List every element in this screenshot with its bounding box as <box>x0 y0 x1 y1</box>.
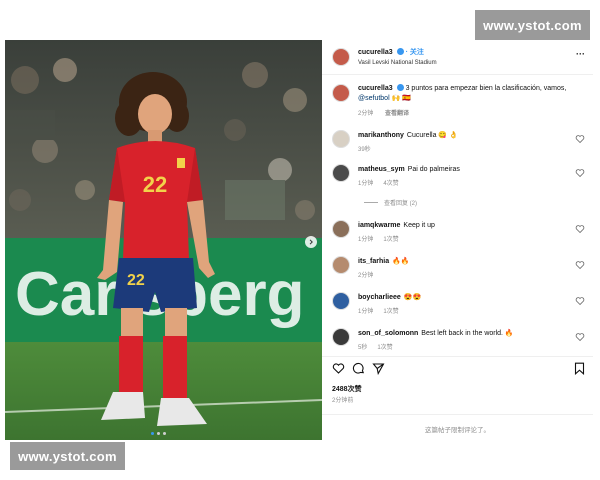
comments-restricted-notice: 这篇帖子限制评论了。 <box>425 427 490 434</box>
comment-text: 🔥🔥 <box>392 258 410 265</box>
mention-link[interactable]: @sefutbol <box>358 95 390 102</box>
comment-text: Pai do palmeiras <box>407 166 460 173</box>
comment-username[interactable]: matheus_sym <box>358 166 405 173</box>
comment-time: 2分钟 <box>358 273 374 279</box>
caption-avatar[interactable] <box>332 84 350 102</box>
instagram-post: Carlsberg 22 <box>5 40 593 440</box>
heart-icon[interactable] <box>575 134 585 144</box>
heart-icon[interactable] <box>575 296 585 306</box>
caption: cucurella3 3 puntos para empezar bien la… <box>332 82 585 118</box>
comment-avatar[interactable] <box>332 256 350 274</box>
comment-likes[interactable]: 1次赞 <box>383 309 398 315</box>
heart-icon[interactable] <box>575 224 585 234</box>
post-sidebar: cucurella3 · 关注 Vasil Levski National St… <box>322 40 593 440</box>
post-header: cucurella3 · 关注 Vasil Levski National St… <box>332 46 585 70</box>
chevron-right-icon <box>309 239 313 245</box>
comment-avatar[interactable] <box>332 220 350 238</box>
comment-username[interactable]: marikanthony <box>358 132 404 139</box>
comment-time: 5秒 <box>358 345 368 351</box>
next-photo-button[interactable] <box>305 236 317 248</box>
comment-avatar[interactable] <box>332 292 350 310</box>
comment-likes[interactable]: 1次赞 <box>383 237 398 243</box>
comment-username[interactable]: boycharlieee <box>358 294 401 301</box>
comment-time: 1分钟 <box>358 237 374 243</box>
svg-text:22: 22 <box>127 272 145 289</box>
divider <box>322 356 593 357</box>
player-photo: Carlsberg 22 <box>5 40 322 440</box>
post-photo[interactable]: Carlsberg 22 <box>5 40 322 440</box>
avatar[interactable] <box>332 48 350 66</box>
post-time: 2分钟前 <box>332 398 354 404</box>
more-options-icon[interactable]: ··· <box>576 49 585 59</box>
carousel-dots <box>151 432 166 435</box>
header-username[interactable]: cucurella3 <box>358 49 393 56</box>
heart-icon[interactable] <box>575 332 585 342</box>
comment-item: matheus_sym Pai do palmeiras 1分钟 4次赞 查看回复 … <box>332 162 585 207</box>
comment-time: 1分钟 <box>358 181 374 187</box>
share-icon[interactable] <box>372 362 385 375</box>
comment-text: Cucurella 😋 👌 <box>406 132 458 139</box>
translate-link[interactable]: 查看翻译 <box>385 111 409 117</box>
divider <box>322 74 593 75</box>
caption-time: 2分钟 <box>358 111 374 117</box>
likes-count[interactable]: 2488次赞 <box>332 384 585 394</box>
watermark-bottom: www.ystot.com <box>10 442 125 470</box>
verified-icon <box>396 48 404 55</box>
action-bar <box>332 362 585 376</box>
verified-icon <box>396 84 404 91</box>
heart-icon[interactable] <box>575 260 585 270</box>
follow-button[interactable]: · 关注 <box>406 49 424 56</box>
comment-text: 😍😍 <box>403 294 422 301</box>
comment-username[interactable]: its_farhia <box>358 258 389 265</box>
comment-time: 1分钟 <box>358 309 374 315</box>
comment-item: son_of_solomonn Best left back in the wor… <box>332 326 585 352</box>
comment-item: boycharlieee 😍😍 1分钟 1次赞 <box>332 290 585 316</box>
comment-likes[interactable]: 1次赞 <box>377 345 392 351</box>
watermark-top: www.ystot.com <box>475 10 590 40</box>
caption-emoji: 🙌 🇪🇸 <box>391 95 411 102</box>
location-link[interactable]: Vasil Levski National Stadium <box>358 58 569 68</box>
comment-username[interactable]: son_of_solomonn <box>358 330 418 337</box>
caption-text: 3 puntos para empezar bien la clasificac… <box>405 85 567 92</box>
jersey-number: 22 <box>143 172 167 197</box>
divider <box>322 414 593 415</box>
comment-avatar[interactable] <box>332 130 350 148</box>
comment-likes[interactable]: 4次赞 <box>383 181 398 187</box>
comment-item: iamqkwarme Keep it up 1分钟 1次赞 <box>332 218 585 244</box>
comment-item: its_farhia 🔥🔥 2分钟 <box>332 254 585 280</box>
comment-avatar[interactable] <box>332 164 350 182</box>
comment-avatar[interactable] <box>332 328 350 346</box>
comment-text: Keep it up <box>403 222 435 229</box>
heart-icon[interactable] <box>575 168 585 178</box>
comment-text: Best left back in the world. 🔥 <box>421 330 514 337</box>
comment-time: 39秒 <box>358 147 371 153</box>
comment-username[interactable]: iamqkwarme <box>358 222 400 229</box>
comment-item: marikanthony Cucurella 😋 👌 39秒 <box>332 128 585 154</box>
view-replies-link[interactable]: 查看回复 (2) <box>384 201 417 207</box>
caption-username[interactable]: cucurella3 <box>358 85 393 92</box>
like-icon[interactable] <box>332 362 345 375</box>
bookmark-icon[interactable] <box>574 362 585 375</box>
comment-icon[interactable] <box>352 362 365 375</box>
